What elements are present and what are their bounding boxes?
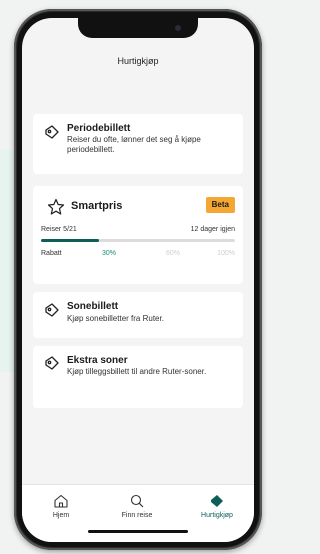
discount-row: Rabatt 30% 60% 100% xyxy=(41,250,235,260)
notch xyxy=(78,18,198,38)
tab-bar: Hjem Finn reise Hurtigkjøp xyxy=(22,484,254,542)
ticket-icon xyxy=(45,125,59,139)
discount-tier: 30% xyxy=(102,250,117,257)
card-title: Ekstra soner xyxy=(67,355,128,366)
home-icon xyxy=(54,494,68,508)
camera xyxy=(175,25,181,31)
ticket-filled-icon xyxy=(211,495,223,507)
sonebillett-card[interactable]: Sonebillett Kjøp sonebilletter fra Ruter… xyxy=(33,292,243,338)
card-description: Kjøp tilleggsbillett til andre Ruter-son… xyxy=(67,367,207,376)
progress-track xyxy=(41,239,235,242)
days-left: 12 dager igjen xyxy=(190,226,235,233)
beta-badge: Beta xyxy=(205,197,235,213)
card-description: Reiser du ofte, lønner det seg å kjøpe p… xyxy=(67,135,201,154)
star-icon xyxy=(47,198,65,215)
card-description: Kjøp sonebilletter fra Ruter. xyxy=(67,314,164,323)
discount-tier: 100% xyxy=(217,250,235,257)
app-screen: Hurtigkjøp Periodebillett Reiser du ofte… xyxy=(22,18,254,542)
search-icon xyxy=(130,494,144,508)
card-title: Smartpris xyxy=(71,200,123,212)
tab-search[interactable]: Finn reise xyxy=(102,493,172,519)
tab-label: Hjem xyxy=(52,512,70,519)
smartpris-card[interactable]: Smartpris Beta Reiser 5/21 12 dager igje… xyxy=(33,186,243,284)
page-title: Hurtigkjøp xyxy=(117,56,159,66)
tab-label: Hurtigkjøp xyxy=(201,512,233,519)
discount-tier: 60% xyxy=(166,250,181,257)
card-title: Periodebillett xyxy=(67,123,131,134)
periodebillett-card[interactable]: Periodebillett Reiser du ofte, lønner de… xyxy=(33,114,243,174)
discount-label: Rabatt xyxy=(41,250,62,257)
ticket-icon xyxy=(45,303,59,317)
tab-home[interactable]: Hjem xyxy=(26,493,96,519)
trips-count: Reiser 5/21 xyxy=(41,226,77,233)
home-indicator xyxy=(88,530,188,533)
ekstra-soner-card[interactable]: Ekstra soner Kjøp tilleggsbillett til an… xyxy=(33,346,243,408)
card-title: Sonebillett xyxy=(67,301,119,312)
tab-quick-buy[interactable]: Hurtigkjøp xyxy=(182,493,252,519)
progress-fill xyxy=(41,239,100,242)
tab-label: Finn reise xyxy=(121,512,153,519)
ticket-icon xyxy=(45,356,59,370)
